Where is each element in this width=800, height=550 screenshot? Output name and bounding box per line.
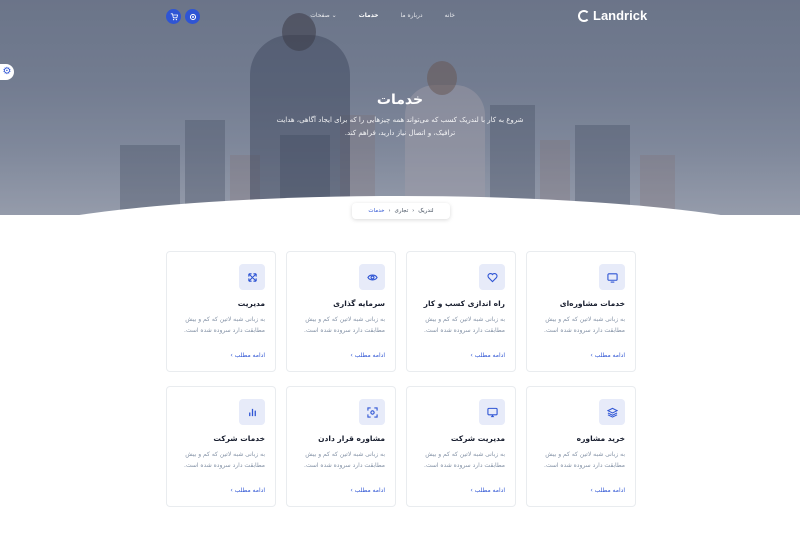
service-card: خدمات شرکت به زبانی شبه لاتین که کم و بی… — [166, 386, 276, 507]
service-title: راه اندازی کسب و کار — [423, 299, 505, 308]
breadcrumb: لندریک ‹ تجاری ‹ خدمات — [352, 203, 450, 219]
nav-item-home[interactable]: خانه — [445, 12, 455, 19]
read-more-link[interactable]: ادامه مطلب › — [590, 487, 625, 494]
service-card: مشاوره قرار دادن به زبانی شبه لاتین که ک… — [286, 386, 396, 507]
bar-chart-icon — [248, 408, 256, 416]
service-description: به زبانی شبه لاتین که کم و بیش مطابقت دا… — [184, 316, 265, 334]
heart-icon — [486, 272, 498, 282]
chevron-left-icon: › — [590, 352, 593, 359]
breadcrumb-item-business[interactable]: تجاری — [395, 208, 409, 214]
chevron-left-icon: › — [470, 487, 473, 494]
chevron-left-icon: ‹ — [412, 208, 415, 214]
nav-item-about[interactable]: درباره ما — [401, 12, 423, 19]
read-more-link[interactable]: ادامه مطلب › — [230, 352, 265, 359]
gear-icon — [189, 13, 196, 20]
service-description: به زبانی شبه لاتین که کم و بیش مطابقت دا… — [184, 451, 265, 469]
chevron-left-icon: ‹ — [388, 208, 391, 214]
page-subtitle: شروع به کار با لندریک کسب که می‌تواند هم… — [276, 116, 524, 137]
service-title: خدمات شرکت — [213, 434, 265, 443]
cart-button[interactable] — [166, 9, 181, 24]
chevron-left-icon: › — [230, 487, 233, 494]
chevron-left-icon: › — [350, 487, 353, 494]
gear-icon: ⚙ — [2, 66, 12, 77]
read-more-link[interactable]: ادامه مطلب › — [230, 487, 265, 494]
service-card: راه اندازی کسب و کار به زبانی شبه لاتین … — [406, 251, 516, 372]
page-title: خدمات — [376, 92, 424, 108]
layers-icon — [606, 407, 618, 418]
airplay-icon — [486, 407, 498, 417]
read-more-link[interactable]: ادامه مطلب › — [470, 352, 505, 359]
chevron-down-icon: ⌄ — [331, 12, 337, 19]
nav-item-services[interactable]: خدمات — [359, 12, 379, 19]
service-card: مدیریت شرکت به زبانی شبه لاتین که کم و ب… — [406, 386, 516, 507]
service-card: مدیریت به زبانی شبه لاتین که کم و بیش مط… — [166, 251, 276, 372]
service-description: به زبانی شبه لاتین که کم و بیش مطابقت دا… — [544, 316, 625, 334]
service-title: خدمات مشاوره‌ای — [559, 299, 625, 308]
read-more-link[interactable]: ادامه مطلب › — [590, 352, 625, 359]
logo-icon — [578, 9, 590, 22]
navbar: خانه درباره ما خدمات ⌄ صفحات Landrick — [0, 0, 800, 34]
nav-item-pages[interactable]: ⌄ صفحات — [310, 12, 336, 19]
service-title: سرمایه گذاری — [333, 299, 385, 308]
chevron-left-icon: › — [470, 352, 473, 359]
service-card: خرید مشاوره به زبانی شبه لاتین که کم و ب… — [526, 386, 636, 507]
cart-icon — [170, 12, 178, 20]
service-description: به زبانی شبه لاتین که کم و بیش مطابقت دا… — [424, 316, 505, 334]
focus-icon — [366, 406, 378, 418]
arrows-icon — [247, 272, 257, 282]
chevron-left-icon: › — [350, 352, 353, 359]
service-card: سرمایه گذاری به زبانی شبه لاتین که کم و … — [286, 251, 396, 372]
chevron-left-icon: › — [230, 352, 233, 359]
breadcrumb-item-current: خدمات — [368, 208, 385, 214]
chevron-left-icon: › — [590, 487, 593, 494]
service-title: خرید مشاوره — [576, 434, 625, 443]
settings-button[interactable] — [185, 9, 200, 24]
service-description: به زبانی شبه لاتین که کم و بیش مطابقت دا… — [424, 451, 505, 469]
service-title: مشاوره قرار دادن — [318, 434, 385, 443]
read-more-link[interactable]: ادامه مطلب › — [350, 352, 385, 359]
service-card: خدمات مشاوره‌ای به زبانی شبه لاتین که کم… — [526, 251, 636, 372]
eye-icon — [366, 274, 378, 280]
read-more-link[interactable]: ادامه مطلب › — [470, 487, 505, 494]
service-description: به زبانی شبه لاتین که کم و بیش مطابقت دا… — [304, 316, 385, 334]
breadcrumb-item-home[interactable]: لندریک — [418, 208, 433, 214]
service-title: مدیریت — [237, 299, 265, 308]
logo[interactable]: Landrick — [578, 8, 647, 23]
nav-menu: خانه درباره ما خدمات ⌄ صفحات — [310, 12, 455, 19]
service-title: مدیریت شرکت — [450, 434, 505, 443]
monitor-icon — [606, 272, 618, 283]
service-description: به زبانی شبه لاتین که کم و بیش مطابقت دا… — [544, 451, 625, 469]
read-more-link[interactable]: ادامه مطلب › — [350, 487, 385, 494]
service-description: به زبانی شبه لاتین که کم و بیش مطابقت دا… — [304, 451, 385, 469]
